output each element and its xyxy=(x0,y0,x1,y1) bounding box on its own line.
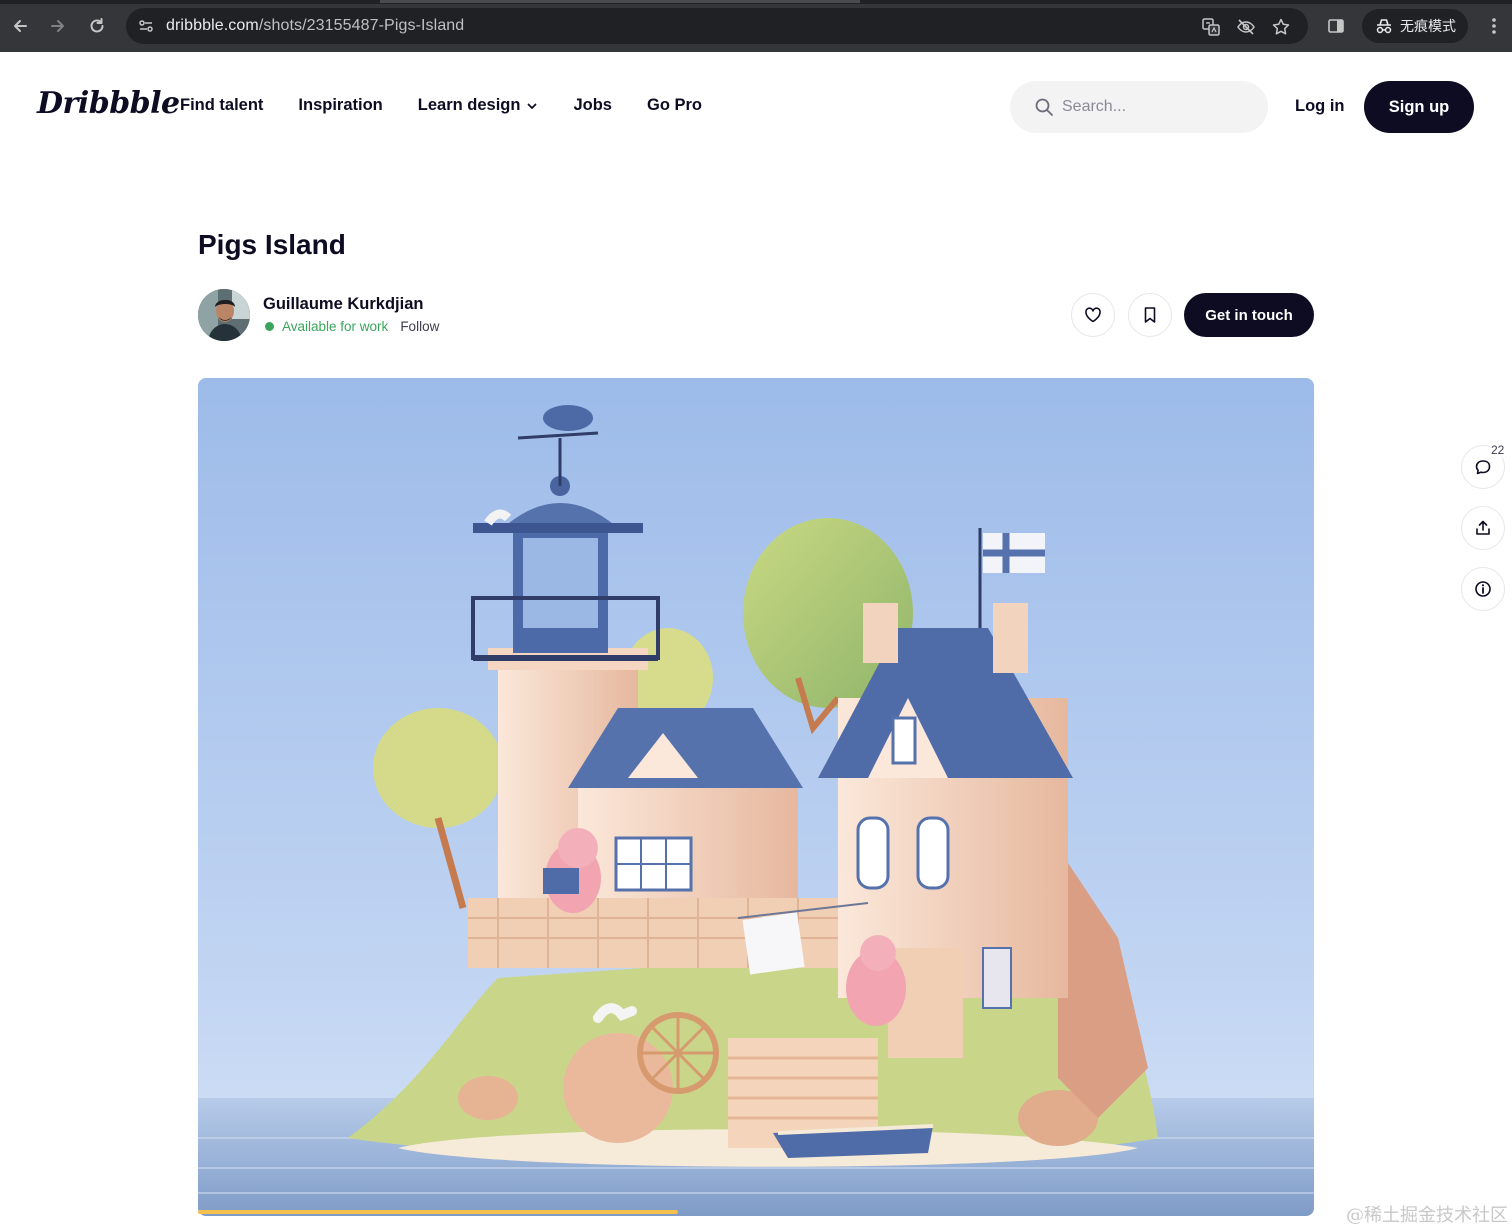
forward-button[interactable] xyxy=(44,12,72,40)
incognito-indicator[interactable]: 无痕模式 xyxy=(1362,9,1468,43)
availability-text[interactable]: Available for work xyxy=(282,319,388,334)
heart-icon xyxy=(1085,307,1101,323)
signup-button[interactable]: Sign up xyxy=(1364,81,1474,133)
site-header: Dribbble Find talent Inspiration Learn d… xyxy=(0,52,1512,162)
follow-button[interactable]: Follow xyxy=(400,319,439,334)
comment-count: 22 xyxy=(1489,443,1507,457)
share-icon xyxy=(1476,520,1490,535)
nav-learn-design[interactable]: Learn design xyxy=(418,96,539,115)
browser-menu-button[interactable] xyxy=(1480,12,1508,40)
shot-title: Pigs Island xyxy=(198,229,346,260)
author-avatar[interactable] xyxy=(198,289,250,341)
availability-dot xyxy=(265,322,274,331)
save-button[interactable] xyxy=(1128,293,1172,337)
author-name[interactable]: Guillaume Kurkdjian xyxy=(263,295,423,314)
url-text: dribbble.com/shots/23155487-Pigs-Island xyxy=(166,17,464,35)
side-panel-button[interactable] xyxy=(1322,12,1350,40)
arrow-left-icon xyxy=(14,20,27,32)
watermark: @稀土掘金技术社区 xyxy=(1346,1205,1508,1226)
nav-inspiration[interactable]: Inspiration xyxy=(298,96,382,115)
reload-button[interactable] xyxy=(83,12,111,40)
site-settings-icon[interactable] xyxy=(136,16,156,36)
get-in-touch-button[interactable]: Get in touch xyxy=(1184,293,1314,337)
reload-icon xyxy=(90,18,104,33)
search-box[interactable] xyxy=(1010,81,1268,133)
tab-strip xyxy=(0,0,1512,4)
arrow-right-icon xyxy=(51,20,64,32)
incognito-icon xyxy=(1376,19,1392,34)
browser-toolbar: dribbble.com/shots/23155487-Pigs-Island … xyxy=(0,0,1512,52)
shot-details-button[interactable] xyxy=(1461,567,1505,611)
dribbble-logo[interactable]: Dribbble xyxy=(37,86,180,121)
login-link[interactable]: Log in xyxy=(1295,97,1344,116)
shot-image[interactable] xyxy=(198,378,1314,1216)
comment-icon xyxy=(1475,460,1491,475)
translate-icon[interactable] xyxy=(1200,16,1222,38)
nav-jobs[interactable]: Jobs xyxy=(573,96,612,115)
author-status: Available for work Follow xyxy=(265,319,439,334)
url-domain: dribbble.com xyxy=(166,17,259,34)
nav-find-talent[interactable]: Find talent xyxy=(180,96,263,115)
like-button[interactable] xyxy=(1071,293,1115,337)
info-icon xyxy=(1475,581,1491,597)
chevron-down-icon xyxy=(528,103,537,109)
side-panel-icon xyxy=(1328,19,1344,33)
eye-off-icon[interactable] xyxy=(1235,16,1257,38)
search-icon xyxy=(1035,98,1053,116)
nav-learn-design-label: Learn design xyxy=(417,96,521,114)
address-bar[interactable]: dribbble.com/shots/23155487-Pigs-Island xyxy=(126,8,1308,44)
nav-go-pro[interactable]: Go Pro xyxy=(647,96,702,115)
star-icon[interactable] xyxy=(1270,16,1292,38)
search-input[interactable] xyxy=(1062,95,1252,119)
share-button[interactable] xyxy=(1461,506,1505,550)
image-load-progress xyxy=(198,1210,678,1214)
bookmark-icon xyxy=(1144,307,1156,323)
more-vertical-icon xyxy=(1492,18,1496,34)
main-nav: Find talent Inspiration Learn design Job… xyxy=(180,96,737,115)
incognito-label: 无痕模式 xyxy=(1400,18,1456,34)
url-path: /shots/23155487-Pigs-Island xyxy=(258,17,465,34)
page-load-progress xyxy=(380,0,860,3)
back-button[interactable] xyxy=(6,12,34,40)
